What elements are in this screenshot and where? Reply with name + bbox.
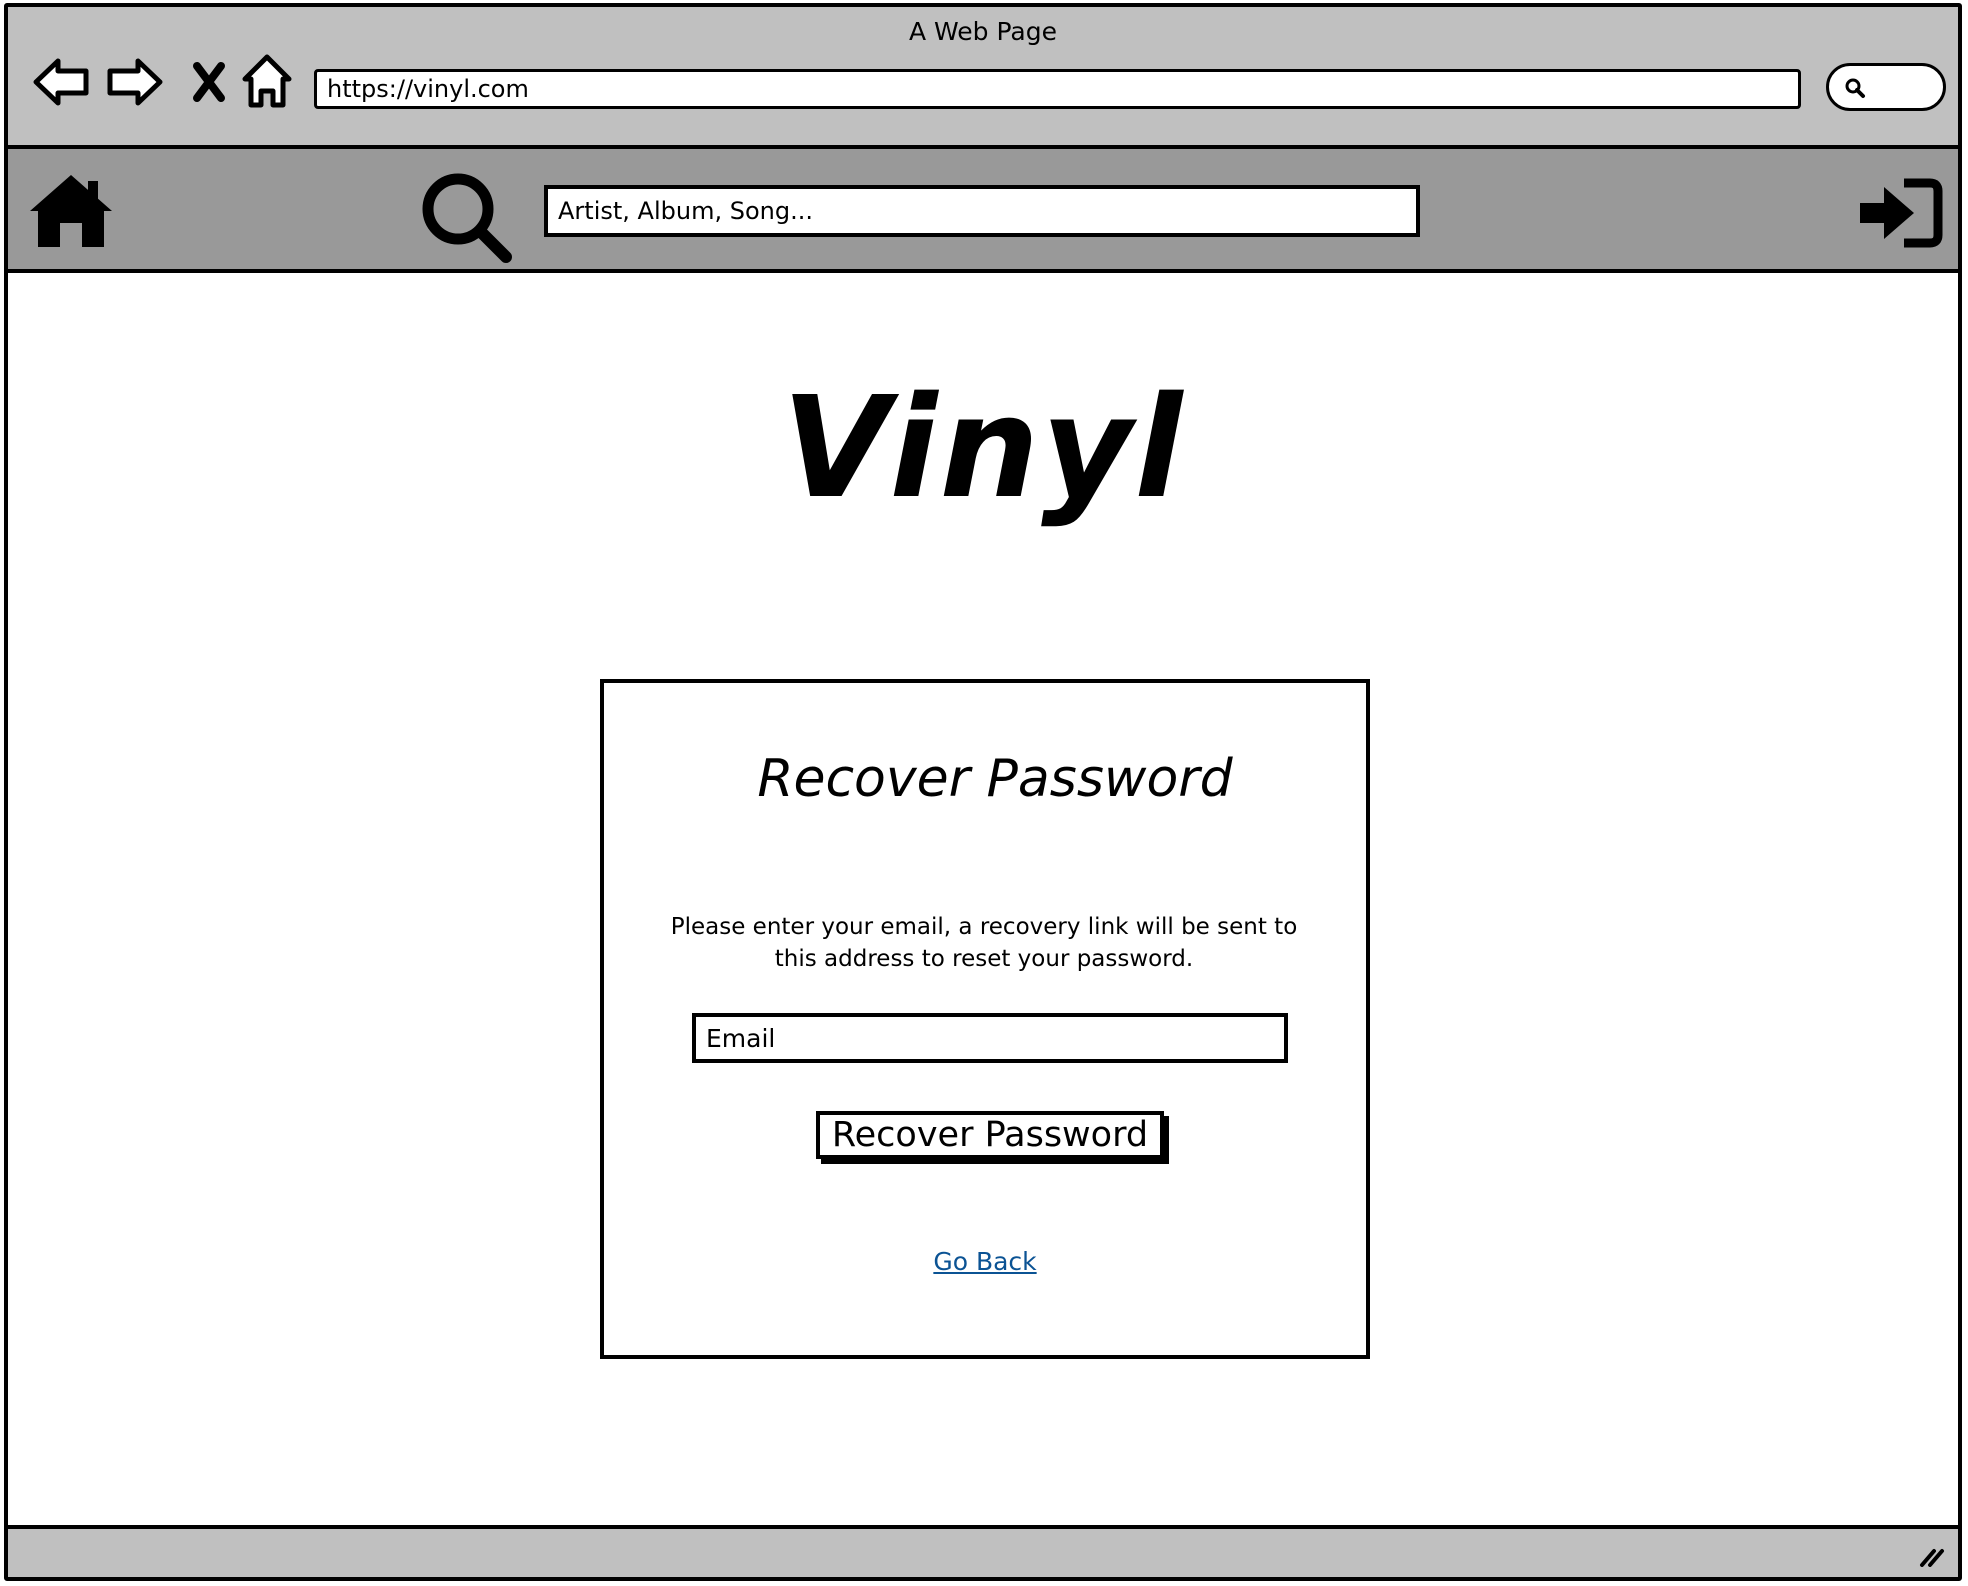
window-title: A Web Page: [908, 17, 1058, 46]
browser-chrome: A Web Page https://vinyl.com: [8, 7, 1958, 149]
forward-button[interactable]: [104, 51, 166, 113]
recover-password-button[interactable]: Recover Password: [816, 1111, 1164, 1159]
stop-button[interactable]: [178, 51, 240, 113]
card-title: Recover Password: [757, 749, 1233, 809]
site-header: [8, 149, 1958, 273]
stop-icon: [193, 62, 225, 102]
status-bar: [8, 1525, 1958, 1577]
home-icon[interactable]: [26, 171, 116, 251]
search-icon[interactable]: [418, 169, 514, 265]
sign-in-icon[interactable]: [1854, 175, 1944, 251]
recovery-instructions: Please enter your email, a recovery link…: [670, 914, 1298, 972]
resize-grip-icon[interactable]: [1918, 1543, 1946, 1567]
go-back-link[interactable]: Go Back: [933, 1247, 1036, 1276]
search-icon: [1845, 78, 1865, 98]
home-icon: [242, 54, 292, 108]
back-button[interactable]: [30, 51, 92, 113]
home-button[interactable]: [236, 51, 298, 113]
site-search-input[interactable]: [544, 185, 1420, 237]
site-logo: Vinyl: [781, 367, 1185, 530]
forward-icon: [107, 58, 163, 106]
url-bar[interactable]: https://vinyl.com: [314, 69, 1801, 109]
recover-password-card: Recover Password Please enter your email…: [600, 679, 1370, 1359]
browser-search-field[interactable]: [1826, 63, 1946, 111]
email-field[interactable]: [692, 1013, 1288, 1063]
browser-window: A Web Page https://vinyl.com Artist, Alb…: [4, 3, 1962, 1581]
go-back-link-row: Go Back: [604, 1247, 1366, 1276]
back-icon: [33, 58, 89, 106]
